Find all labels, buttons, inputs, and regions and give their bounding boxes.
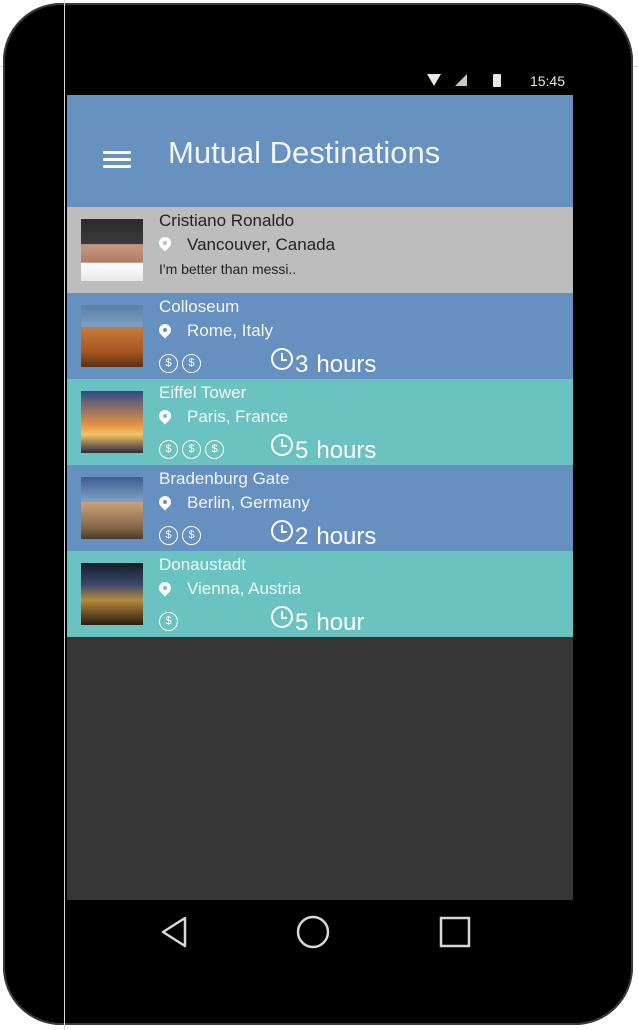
destination-location: Paris, France: [187, 407, 289, 426]
recent-apps-square-icon: [439, 916, 471, 948]
duration: 5 hour: [271, 606, 364, 637]
destination-name: Bradenburg Gate: [159, 469, 290, 488]
cost-indicator: $ $: [159, 353, 205, 373]
home-button[interactable]: [273, 900, 353, 968]
wifi-icon: [427, 74, 441, 86]
list-item-destination[interactable]: Bradenburg Gate Berlin, Germany $ $ 2 hour…: [67, 465, 573, 551]
duration-value: 3: [295, 351, 309, 378]
duration-value: 5: [295, 437, 309, 464]
destination-location: Vienna, Austria: [187, 579, 302, 598]
dollar-coin-icon: $: [182, 354, 201, 373]
duration-unit: hours: [316, 523, 377, 550]
map-pin-icon: [156, 579, 174, 598]
duration-value: 5: [295, 609, 309, 636]
profile-row[interactable]: Cristiano Ronaldo Vancouver, Canada I'm …: [67, 207, 573, 293]
back-triangle-icon: [161, 916, 187, 948]
app-bar: Mutual Destinations: [67, 95, 573, 207]
duration-value: 2: [295, 523, 309, 550]
map-pin-icon: [156, 321, 174, 340]
cost-indicator: $ $ $: [159, 439, 228, 459]
duration: 3 hours: [271, 348, 376, 379]
status-time: 15:45: [529, 73, 565, 89]
destination-name: Donaustadt: [159, 555, 246, 574]
dollar-coin-icon: $: [159, 526, 178, 545]
page-title: Mutual Destinations: [168, 135, 441, 170]
destination-location: Rome, Italy: [187, 321, 273, 340]
cost-indicator: $: [159, 611, 182, 631]
map-pin-icon: [156, 234, 174, 253]
destination-list: Cristiano Ronaldo Vancouver, Canada I'm …: [67, 207, 573, 637]
profile-name: Cristiano Ronaldo: [159, 211, 295, 230]
destination-thumbnail: [81, 563, 143, 625]
destination-name: Colloseum: [159, 297, 240, 316]
back-button[interactable]: [135, 900, 215, 968]
map-pin-icon: [156, 407, 174, 426]
clock-icon: [271, 520, 293, 542]
dollar-coin-icon: $: [159, 440, 178, 459]
recent-apps-button[interactable]: [415, 900, 495, 968]
list-item-destination[interactable]: Colloseum Rome, Italy $ $ 3 hours: [67, 293, 573, 379]
status-bar: 15:45: [67, 67, 573, 95]
map-pin-icon: [156, 493, 174, 512]
profile-location: Vancouver, Canada: [187, 235, 336, 254]
dollar-coin-icon: $: [205, 440, 224, 459]
list-item-destination[interactable]: Donaustadt Vienna, Austria $ 5 hour: [67, 551, 573, 637]
signal-icon: [455, 74, 467, 86]
phone-screen: 15:45 Mutual Destinations Cristiano Rona…: [67, 67, 573, 900]
destination-thumbnail: [81, 305, 143, 367]
hamburger-menu-icon[interactable]: [103, 151, 131, 171]
duration: 2 hours: [271, 520, 376, 551]
clock-icon: [271, 434, 293, 456]
dollar-coin-icon: $: [182, 440, 201, 459]
destination-location: Berlin, Germany: [187, 493, 310, 512]
guide-line-vertical: [64, 0, 65, 1030]
dollar-coin-icon: $: [159, 354, 178, 373]
destination-thumbnail: [81, 477, 143, 539]
cost-indicator: $ $: [159, 525, 205, 545]
dollar-coin-icon: $: [159, 612, 178, 631]
dollar-coin-icon: $: [182, 526, 201, 545]
duration-unit: hours: [316, 351, 377, 378]
battery-icon: [493, 74, 501, 87]
duration-unit: hours: [316, 437, 377, 464]
list-item-destination[interactable]: Eiffel Tower Paris, France $ $ $ 5 hours: [67, 379, 573, 465]
destination-name: Eiffel Tower: [159, 383, 247, 402]
duration-unit: hour: [316, 609, 365, 636]
clock-icon: [271, 606, 293, 628]
destination-thumbnail: [81, 391, 143, 453]
home-circle-icon: [296, 915, 330, 949]
clock-icon: [271, 348, 293, 370]
navigation-bar: [67, 900, 573, 968]
profile-bio: I'm better than messi..: [159, 261, 297, 277]
avatar: [81, 219, 143, 281]
duration: 5 hours: [271, 434, 376, 465]
